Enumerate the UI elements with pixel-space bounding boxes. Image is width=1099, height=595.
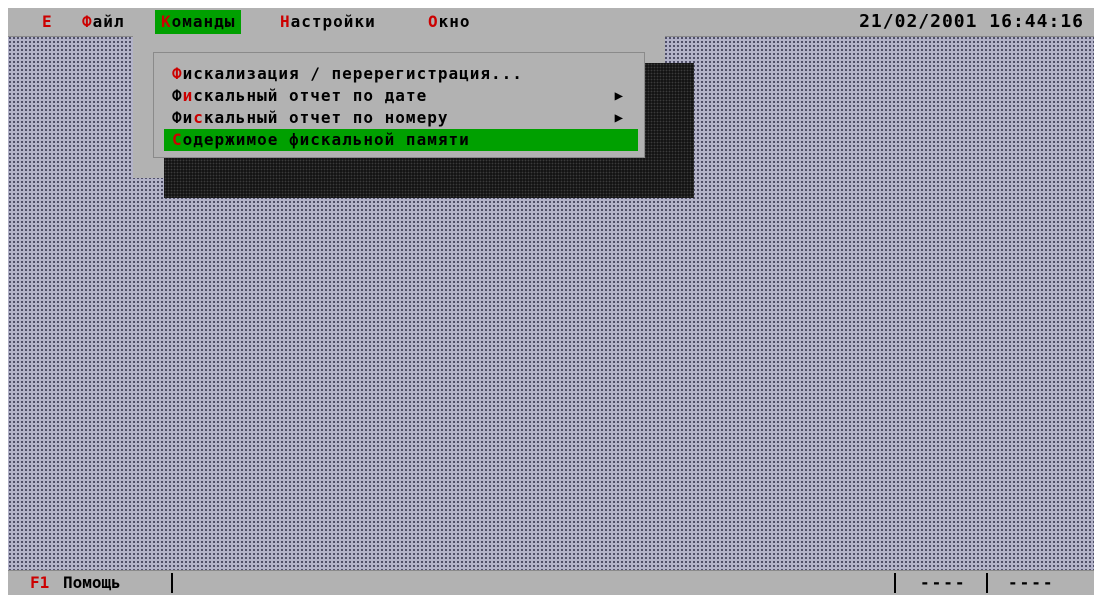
- system-menu[interactable]: E: [42, 10, 53, 34]
- menu-window[interactable]: Окно: [428, 10, 471, 34]
- commands-dropdown: Фискализация / перерегистрация... Фискал…: [153, 52, 645, 158]
- status-separator: [986, 573, 988, 593]
- menu-item-fiscal-memory-contents[interactable]: Содержимое фискальной памяти: [164, 129, 638, 151]
- status-indicator-1: ----: [920, 573, 967, 592]
- submenu-arrow-icon: ▶: [614, 88, 624, 104]
- submenu-arrow-icon: ▶: [614, 110, 624, 126]
- status-indicator-2: ----: [1008, 573, 1055, 592]
- menu-commands[interactable]: Команды: [155, 10, 242, 34]
- help-hotkey[interactable]: F1: [30, 571, 49, 595]
- clock: 21/02/2001 16:44:16: [859, 11, 1084, 32]
- system-menu-hotkey: E: [42, 12, 53, 31]
- menu-settings[interactable]: Настройки: [280, 10, 376, 34]
- status-separator: [171, 573, 173, 593]
- status-bar: F1 Помощь ---- ----: [8, 570, 1094, 595]
- help-label[interactable]: Помощь: [63, 571, 121, 595]
- menu-item-fiscalization[interactable]: Фискализация / перерегистрация...: [164, 63, 638, 85]
- menu-bar: E Файл Команды Настройки Окно 21/02/2001…: [8, 8, 1094, 37]
- dos-screen: E Файл Команды Настройки Окно 21/02/2001…: [8, 8, 1094, 595]
- status-separator: [894, 573, 896, 593]
- menu-file[interactable]: Файл: [82, 10, 125, 34]
- menu-item-report-by-number[interactable]: Фискальный отчет по номеру ▶: [164, 107, 638, 129]
- menu-item-report-by-date[interactable]: Фискальный отчет по дате ▶: [164, 85, 638, 107]
